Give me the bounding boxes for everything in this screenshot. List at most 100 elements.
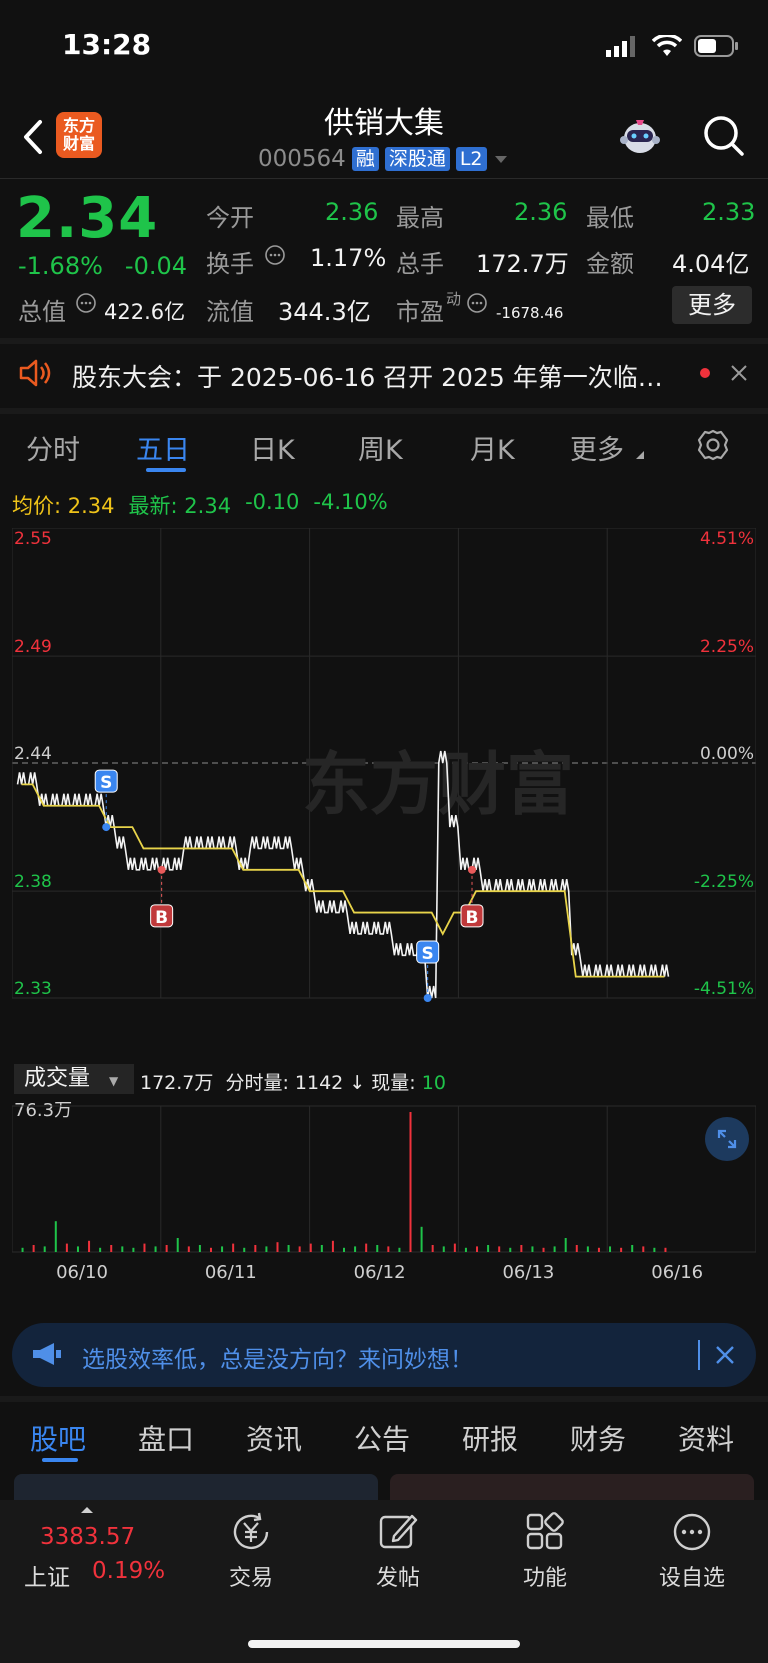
volume-bar (453, 1243, 456, 1252)
volume-bar (54, 1221, 57, 1252)
x-tick-label: 06/10 (56, 1262, 108, 1282)
volume-value: 172.7万 (476, 250, 569, 278)
minute-volume-label: 分时量: (225, 1072, 289, 1094)
dropdown-icon (494, 156, 507, 163)
y-tick-label: 2.44 (14, 744, 52, 764)
high-label: 最高 (396, 204, 444, 232)
dock-post[interactable]: 发帖 (343, 1510, 453, 1592)
low-value: 2.33 (702, 198, 756, 226)
bottom-tab-active-indicator (42, 1458, 78, 1462)
marker-label: S (100, 773, 112, 793)
status-time: 13:28 (62, 28, 152, 61)
collapse-arrow-icon[interactable] (80, 1506, 94, 1514)
volume-bar (276, 1242, 279, 1252)
tab-research[interactable]: 研报 (462, 1418, 518, 1458)
more-button[interactable]: 更多 (672, 286, 752, 324)
avg-label-text: 均价: (12, 494, 62, 518)
latest-group: 最新: 2.34 (129, 490, 232, 520)
index-value[interactable]: 3383.57 (40, 1524, 135, 1550)
volume-bar (420, 1226, 423, 1252)
tab-profile[interactable]: 资料 (678, 1418, 734, 1458)
info-icon[interactable] (75, 292, 97, 314)
grid-apps-icon (526, 1512, 564, 1550)
dock-trade[interactable]: 交易 (196, 1510, 306, 1592)
now-volume: 10 (421, 1072, 446, 1094)
volume-max-label: 76.3万 (14, 1100, 72, 1121)
volume-bar (76, 1246, 79, 1252)
info-icon[interactable] (466, 292, 488, 314)
tab-announcements[interactable]: 公告 (354, 1418, 410, 1458)
marker-dot (102, 823, 111, 832)
y-tick-label: 2.49 (14, 637, 52, 657)
section-gap (0, 408, 768, 414)
y-pct-tick-label: 0.00% (700, 744, 754, 764)
volume-bar (254, 1245, 257, 1252)
volume-bar (331, 1240, 334, 1252)
info-icon[interactable] (264, 244, 286, 266)
volume-bar (320, 1245, 323, 1252)
tab-finance[interactable]: 财务 (570, 1418, 626, 1458)
expand-icon[interactable] (704, 1116, 750, 1162)
trade-yen-icon (233, 1512, 269, 1550)
volume-bar (132, 1247, 135, 1252)
tab-five-day[interactable]: 五日 (136, 428, 190, 467)
notice-text[interactable]: 股东大会：于 2025-06-16 召开 2025 年第一次临… (72, 358, 663, 394)
close-icon[interactable] (714, 1344, 736, 1366)
index-pct[interactable]: 0.19% (92, 1558, 165, 1584)
volume-bar (88, 1240, 91, 1252)
high-value: 2.36 (514, 198, 568, 226)
volume-indicator-select[interactable]: 成交量 ▼ (14, 1064, 134, 1094)
marker-dot (468, 865, 477, 874)
dock-functions[interactable]: 功能 (490, 1510, 600, 1592)
avg-label: 均价: 2.34 (12, 490, 115, 520)
settings-gear-icon[interactable] (696, 428, 730, 462)
marker-label: B (155, 908, 168, 928)
volume-indicator-label: 成交量 (24, 1066, 91, 1091)
volume-bar (154, 1246, 157, 1252)
volume-bar (642, 1246, 645, 1252)
volume-frame (12, 1105, 756, 1253)
tab-news[interactable]: 资讯 (246, 1418, 302, 1458)
tab-guba[interactable]: 股吧 (30, 1418, 86, 1458)
volume-bar (609, 1246, 612, 1252)
close-icon[interactable] (730, 364, 748, 382)
stock-code-row[interactable]: 000564 融 深股通 L2 (258, 146, 509, 172)
volume-bar (99, 1247, 102, 1252)
robot-assistant-icon[interactable] (616, 112, 664, 160)
l2-tag: L2 (455, 147, 487, 171)
more-dots-icon (673, 1513, 711, 1551)
tab-order-book[interactable]: 盘口 (138, 1418, 194, 1458)
edit-pen-icon (379, 1514, 418, 1549)
current-price: 2.34 (16, 186, 159, 251)
volume-bar (198, 1245, 201, 1252)
marker-dot (157, 865, 166, 874)
tab-monthly-k[interactable]: 月K (470, 428, 515, 467)
tab-more[interactable]: 更多 (570, 428, 624, 467)
float-value: 344.3亿 (278, 298, 371, 326)
tab-daily-k[interactable]: 日K (250, 428, 295, 467)
volume-bar (631, 1245, 634, 1252)
volume-bar (531, 1246, 534, 1252)
y-tick-label: 2.38 (14, 872, 52, 892)
ad-text[interactable]: 选股效率低，总是没方向？来问妙想！ (82, 1340, 473, 1374)
tab-intraday[interactable]: 分时 (26, 428, 80, 467)
x-tick-label: 06/16 (651, 1262, 703, 1282)
volume-bar (221, 1246, 224, 1252)
volume-bar (209, 1247, 212, 1252)
index-name[interactable]: 上证 (24, 1558, 70, 1592)
search-icon[interactable] (700, 112, 748, 160)
volume-bar (287, 1245, 290, 1252)
marker-label: S (422, 944, 434, 964)
home-indicator[interactable] (248, 1640, 520, 1648)
avg-value: 2.34 (67, 494, 115, 518)
volume-bar (553, 1246, 556, 1252)
tab-weekly-k[interactable]: 周K (358, 428, 403, 467)
dock-watchlist[interactable]: 设自选 (637, 1510, 747, 1592)
price-chart[interactable]: 东方财富 SBSB 2.55 4.51%2.49 2.25%2.44 0.00%2.3… (12, 528, 756, 1060)
volume-chart[interactable]: 76.3万 06/10 06/11 06/12 06/13 06/16 (12, 1096, 756, 1282)
amount-value: 4.04亿 (672, 250, 750, 278)
volume-bar (187, 1246, 190, 1252)
dropdown-icon: ▼ (109, 1074, 119, 1088)
volume-bar (309, 1243, 312, 1252)
volume-bar (298, 1246, 301, 1252)
